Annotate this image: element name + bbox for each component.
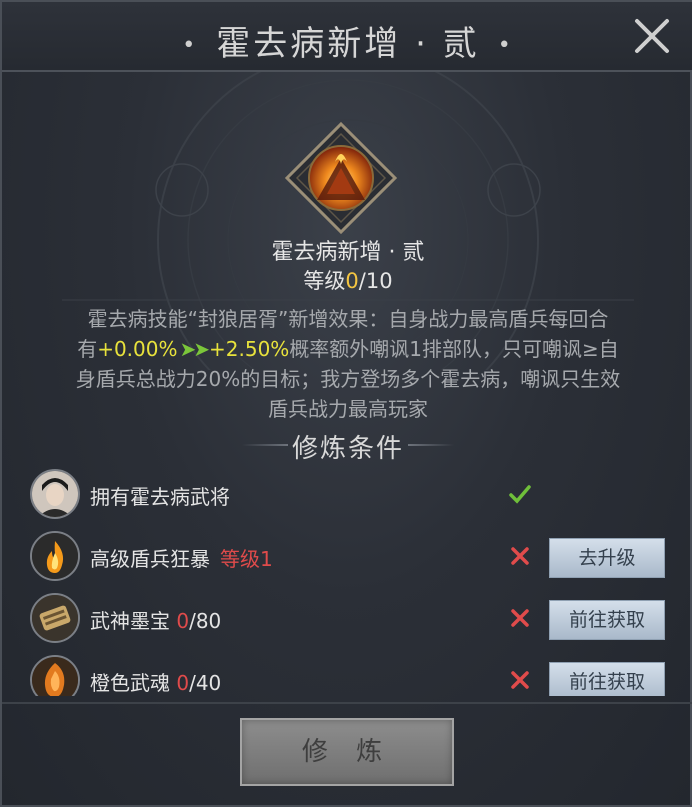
condition-label: 武神墨宝 bbox=[90, 609, 170, 633]
condition-row: 武神墨宝 0/80 前往获取 bbox=[2, 588, 692, 650]
scroll-item-icon bbox=[30, 593, 80, 643]
check-icon bbox=[509, 485, 531, 504]
value-from: +0.00% bbox=[97, 337, 178, 361]
acquire-button[interactable]: 前往获取 bbox=[549, 662, 665, 696]
fire-skill-icon bbox=[30, 531, 80, 581]
conditions-list[interactable]: 拥有霍去病武将 高级盾兵狂暴 等级1 去升级 武神墨宝 0/80 前往获取 橙色武… bbox=[2, 464, 692, 696]
condition-row: 高级盾兵狂暴 等级1 去升级 bbox=[2, 526, 692, 588]
skill-fire-pyramid-icon bbox=[285, 122, 397, 234]
general-portrait-icon bbox=[30, 469, 80, 519]
skill-level: 等级0/10 bbox=[303, 269, 393, 293]
acquire-button[interactable]: 前往获取 bbox=[549, 600, 665, 640]
condition-row: 拥有霍去病武将 bbox=[2, 464, 692, 526]
orange-soul-icon bbox=[30, 655, 80, 696]
skill-name: 霍去病新增 · 贰 bbox=[271, 240, 425, 265]
condition-level: 等级1 bbox=[220, 547, 273, 571]
title-bar: • 霍去病新增 · 贰 • bbox=[2, 2, 692, 72]
cultivate-button[interactable]: 修 炼 bbox=[240, 718, 454, 786]
cultivation-panel: • 霍去病新增 · 贰 • 霍去病新增 · 贰 等级0/10 霍去病技能“封狼居胥”… bbox=[0, 0, 692, 807]
upgrade-arrow-icon: ➤➤ bbox=[179, 337, 210, 361]
upgrade-button[interactable]: 去升级 bbox=[549, 538, 665, 578]
value-to: +2.50% bbox=[209, 337, 290, 361]
condition-label: 拥有霍去病武将 bbox=[90, 485, 230, 509]
cross-icon bbox=[511, 671, 529, 689]
title-text: 霍去病新增 · 贰 bbox=[216, 24, 480, 64]
section-title: 修炼条件 bbox=[291, 434, 404, 464]
footer-divider bbox=[2, 702, 692, 704]
condition-label: 高级盾兵狂暴 bbox=[90, 547, 210, 571]
close-icon[interactable] bbox=[632, 16, 672, 56]
skill-description: 霍去病技能“封狼居胥”新增效果：自身战力最高盾兵每回合 有+0.00% ➤➤ +2.… bbox=[75, 307, 621, 421]
condition-label: 橙色武魂 bbox=[90, 671, 170, 695]
condition-row: 橙色武魂 0/40 前往获取 bbox=[2, 650, 692, 696]
window-title: • 霍去病新增 · 贰 • bbox=[182, 24, 514, 64]
cross-icon bbox=[511, 547, 529, 565]
cross-icon bbox=[511, 609, 529, 627]
